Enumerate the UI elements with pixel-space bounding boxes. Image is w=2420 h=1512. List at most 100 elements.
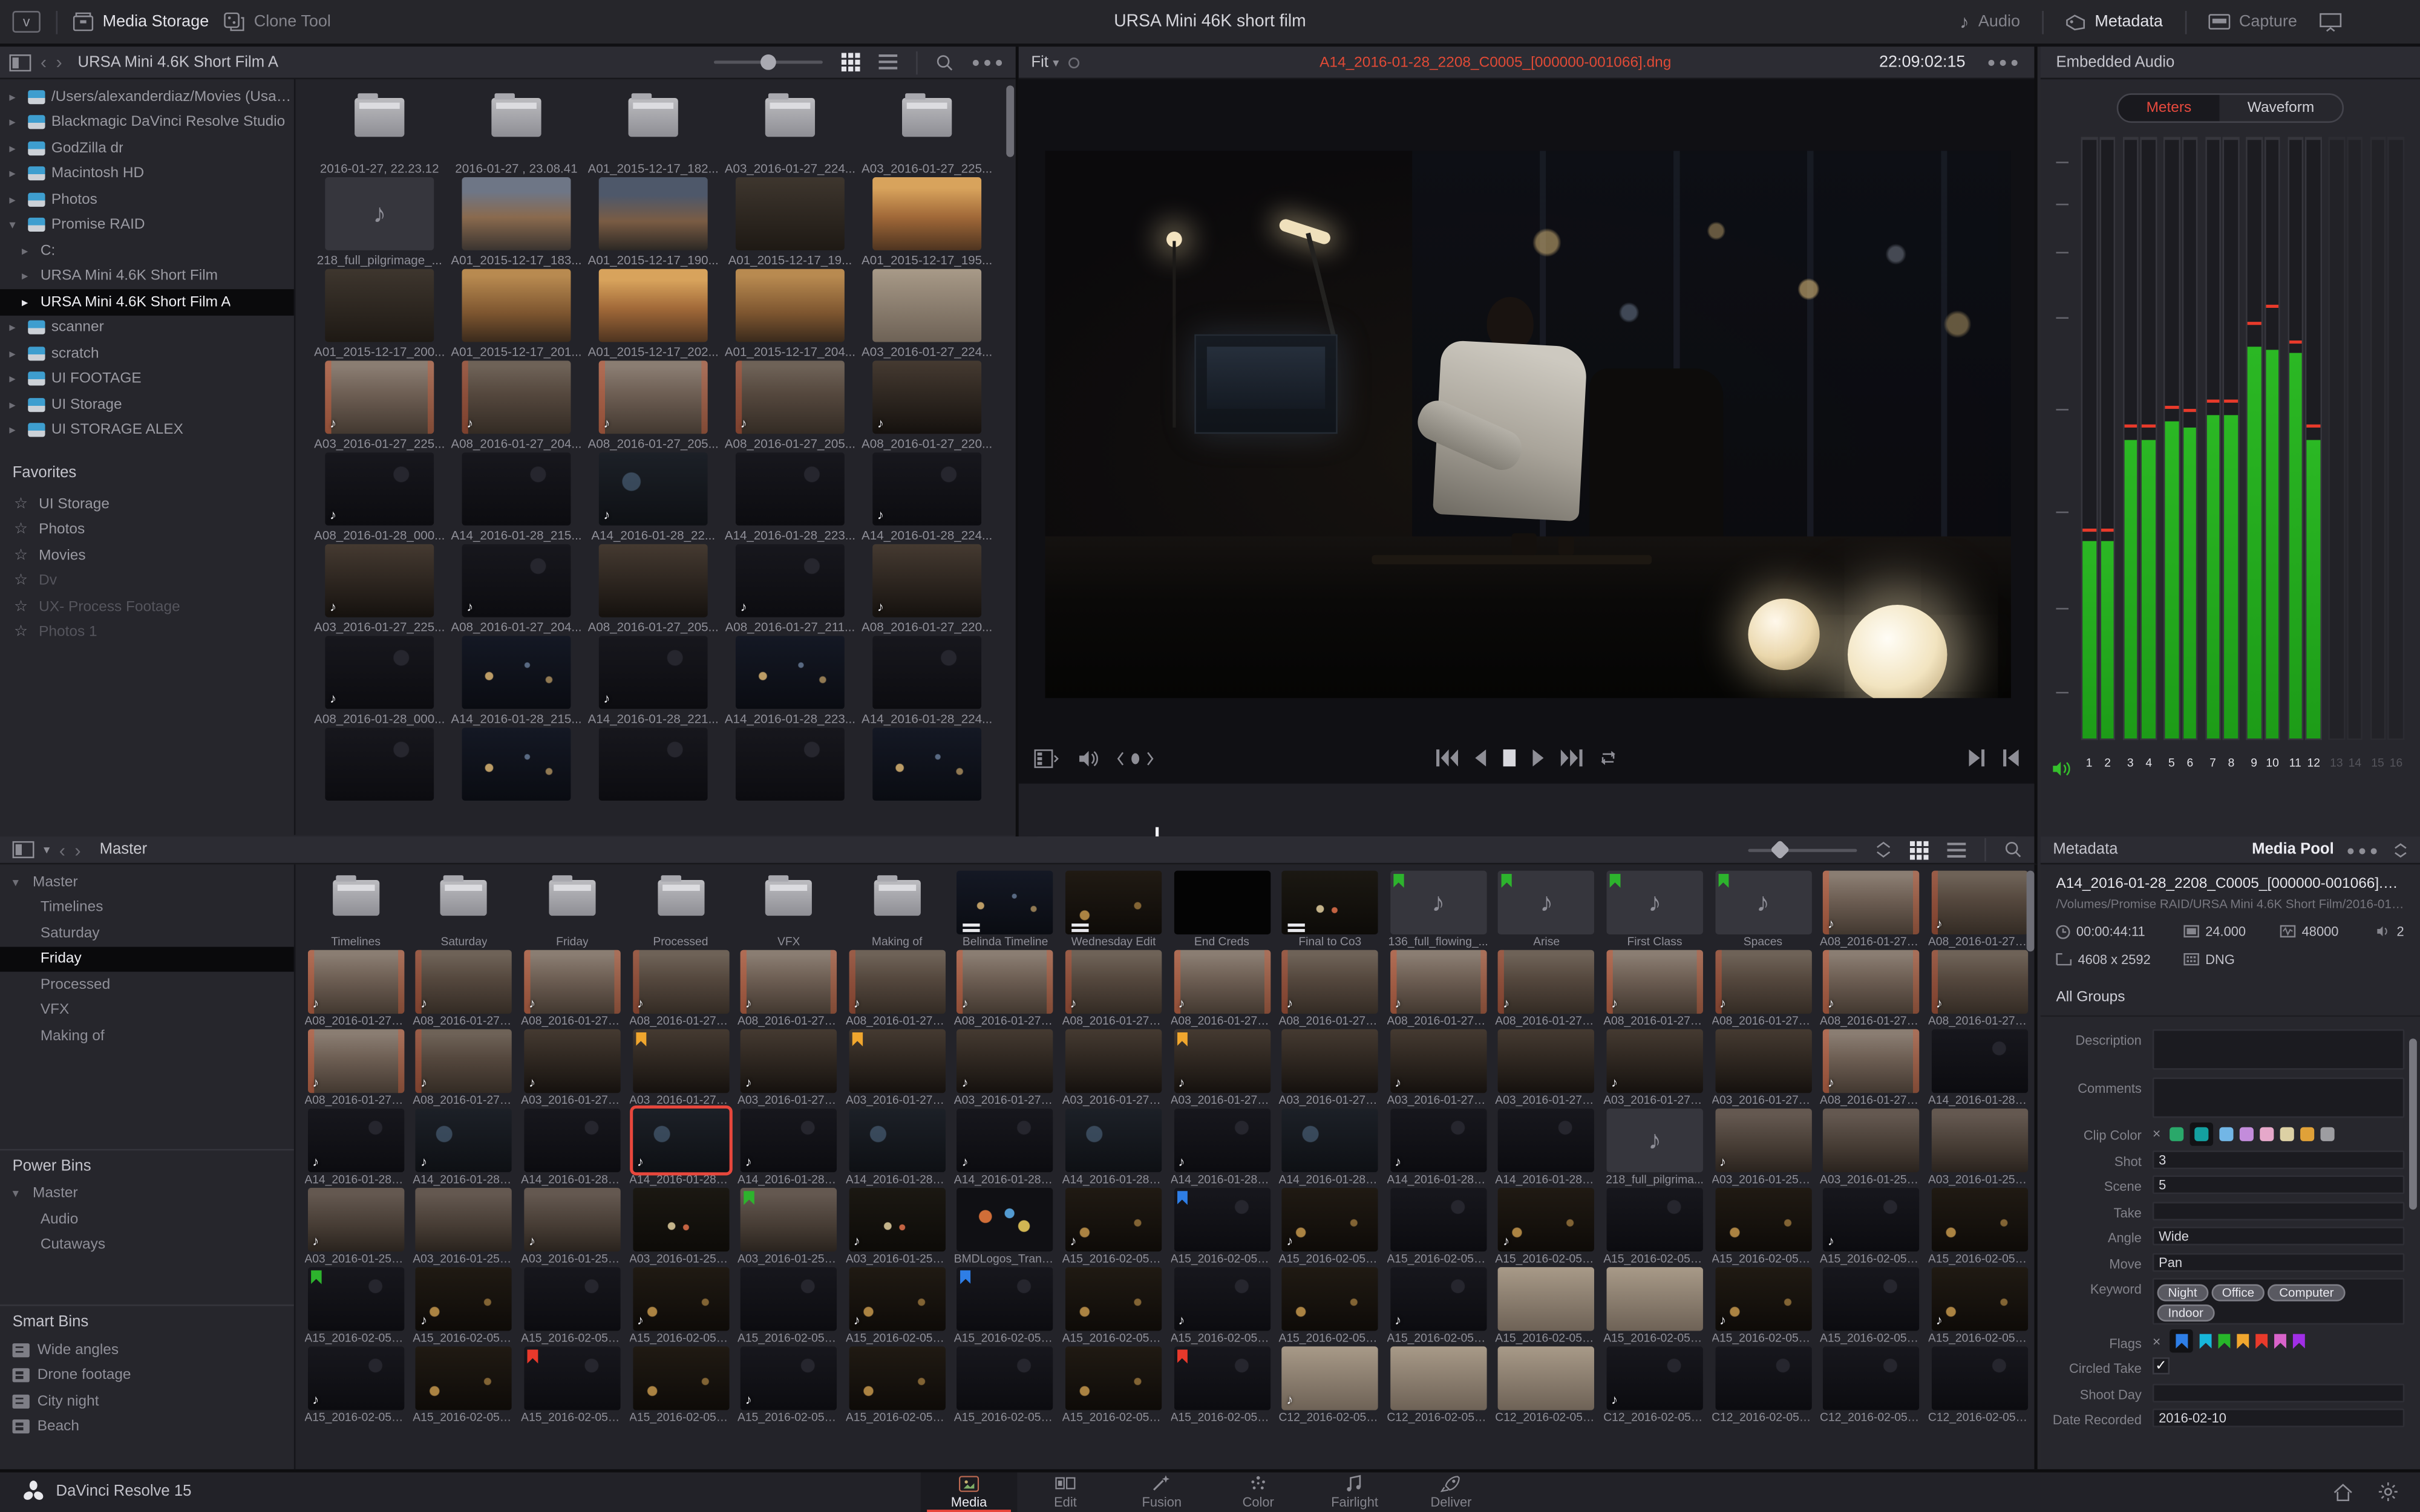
play-icon[interactable]: [1532, 749, 1545, 767]
clip-thumbnail[interactable]: ♪: [416, 1029, 512, 1093]
clip-thumbnail[interactable]: ♪: [632, 950, 729, 1014]
page-tab-edit[interactable]: Edit: [1017, 1472, 1113, 1512]
project-manager-icon[interactable]: [2333, 1483, 2353, 1502]
play-to-out-icon[interactable]: [1969, 749, 1985, 767]
clip-item[interactable]: ♪ A03_2016-01-25_...: [1709, 1108, 1817, 1188]
clip-item[interactable]: ♪ A03_2016-01-27_...: [1601, 1029, 1709, 1109]
clip-thumbnail[interactable]: ♪: [524, 1188, 621, 1252]
page-tab-fusion[interactable]: Fusion: [1114, 1472, 1210, 1512]
clip-item[interactable]: A15_2016-02-05_...: [1384, 1188, 1493, 1267]
clip-color-swatch[interactable]: [2321, 1126, 2335, 1141]
clip-color-swatch[interactable]: [2280, 1126, 2295, 1141]
clip-item[interactable]: A15_2016-02-05_...: [1925, 1188, 2033, 1267]
clip-item[interactable]: A01_2015-12-17_202...: [585, 269, 722, 361]
video-preview[interactable]: [1018, 79, 2035, 848]
clip-item[interactable]: A03_2016-01-25_...: [626, 1188, 734, 1267]
clip-thumbnail[interactable]: [462, 636, 571, 709]
clip-thumbnail[interactable]: [598, 269, 708, 342]
clip-thumbnail[interactable]: ♪: [416, 950, 512, 1014]
clip-item[interactable]: ♪ A08_2016-01-27_...: [518, 950, 627, 1029]
clip-thumbnail[interactable]: ♪: [307, 1188, 404, 1252]
clip-item[interactable]: A15_2016-02-05_...: [1059, 1267, 1168, 1346]
clip-item[interactable]: C12_2016-02-05_...: [1817, 1346, 1925, 1426]
favorite-item[interactable]: ☆ UI Storage: [0, 491, 294, 516]
clip-thumbnail[interactable]: ♪: [325, 360, 434, 434]
clip-thumbnail[interactable]: ♪: [1281, 950, 1379, 1014]
clip-item[interactable]: ♪ A14_2016-01-28_...: [302, 1108, 410, 1188]
clip-thumbnail[interactable]: [1823, 1267, 1920, 1331]
pool-thumbnail-size-slider[interactable]: [1748, 839, 1857, 860]
play-from-in-icon[interactable]: [2003, 749, 2019, 767]
clip-thumbnail[interactable]: [462, 85, 571, 158]
clip-item[interactable]: C12_2016-02-05_...: [1493, 1346, 1601, 1426]
clip-thumbnail[interactable]: [957, 870, 1054, 934]
pool-grid-view-icon[interactable]: [1909, 840, 1929, 859]
clip-item[interactable]: C12_2016-02-05_...: [1925, 1346, 2033, 1426]
clip-thumbnail[interactable]: ♪: [1823, 870, 1920, 934]
clip-item[interactable]: A01_2015-12-17_204...: [722, 269, 858, 361]
clip-thumbnail[interactable]: ♪: [598, 452, 708, 526]
clip-thumbnail[interactable]: [524, 871, 620, 934]
clip-thumbnail[interactable]: [1065, 870, 1162, 934]
clip-thumbnail[interactable]: [872, 728, 982, 801]
clip-thumbnail[interactable]: ♪: [1281, 1188, 1379, 1252]
chevron-right-icon[interactable]: ▸: [9, 116, 22, 129]
viewer-zoom-select[interactable]: Fit ▾: [1031, 54, 1059, 71]
clip-item[interactable]: [448, 728, 584, 820]
back-arrow[interactable]: ‹: [41, 53, 47, 71]
clip-thumbnail[interactable]: ♪: [1606, 1108, 1703, 1173]
chevron-right-icon[interactable]: ▸: [9, 167, 22, 181]
clip-item[interactable]: A01_2015-12-17_190...: [585, 177, 722, 269]
clip-thumbnail[interactable]: [735, 452, 845, 526]
clip-item[interactable]: ♪ A08_2016-01-27_211...: [722, 544, 858, 636]
clip-item[interactable]: A01_2015-12-17_201...: [448, 269, 584, 361]
flag-swatch[interactable]: [2237, 1333, 2249, 1349]
clip-thumbnail[interactable]: [1281, 1108, 1379, 1173]
folder-item[interactable]: A03_2016-01-27_225...: [858, 85, 995, 177]
clip-item[interactable]: ♪ A03_2016-01-27_...: [518, 1029, 627, 1109]
bin-item[interactable]: Making of: [0, 1023, 294, 1049]
clip-item[interactable]: ♪ A15_2016-02-05_...: [1276, 1188, 1384, 1267]
audio-panel-button[interactable]: ♪ Audio: [1960, 11, 2020, 33]
clip-item[interactable]: A08_2016-01-27_205...: [585, 544, 722, 636]
field-input[interactable]: Pan: [2152, 1252, 2405, 1271]
storage-tree-item[interactable]: ▸ Blackmagic DaVinci Resolve Studio: [0, 109, 294, 135]
clip-thumbnail[interactable]: ♪: [1390, 1267, 1486, 1331]
clip-item[interactable]: A15_2016-02-05_...: [626, 1346, 734, 1426]
clip-item[interactable]: A14_2016-01-28_...: [518, 1108, 627, 1188]
clip-item[interactable]: ♪ A08_2016-01-27_...: [302, 1029, 410, 1109]
folder-item[interactable]: VFX: [734, 871, 843, 950]
clip-item[interactable]: ♪ A03_2016-01-25_...: [843, 1188, 951, 1267]
clip-thumbnail[interactable]: [1281, 1029, 1379, 1093]
grade-bypass-icon[interactable]: [1068, 56, 1079, 68]
clip-item[interactable]: ♪ A08_2016-01-27_...: [626, 950, 734, 1029]
clip-item[interactable]: A15_2016-02-05_...: [734, 1267, 843, 1346]
storage-tree-item[interactable]: ▸ UI STORAGE ALEX: [0, 417, 294, 443]
clip-item[interactable]: ♪ A08_2016-01-27_...: [843, 950, 951, 1029]
field-input[interactable]: [2152, 1383, 2405, 1402]
clip-item[interactable]: A15_2016-02-05_...: [518, 1346, 627, 1426]
clip-item[interactable]: ♪ A15_2016-02-05_...: [1168, 1267, 1276, 1346]
clip-thumbnail[interactable]: [957, 1346, 1054, 1410]
bin-item[interactable]: Friday: [0, 946, 294, 972]
clip-item[interactable]: A03_2016-01-27_...: [1276, 1029, 1384, 1109]
clip-item[interactable]: ♪ A14_2016-01-28_...: [1384, 1108, 1493, 1188]
chevron-down-icon[interactable]: ▾: [9, 218, 22, 232]
clip-thumbnail[interactable]: ♪: [1931, 870, 2028, 934]
clip-thumbnail[interactable]: [524, 1108, 621, 1173]
clip-thumbnail[interactable]: ♪: [1606, 870, 1703, 934]
clip-item[interactable]: ♪ A08_2016-01-27_...: [1168, 950, 1276, 1029]
clip-item[interactable]: ♪ A14_2016-01-28_...: [410, 1108, 518, 1188]
clip-item[interactable]: A15_2016-02-05_...: [1493, 1267, 1601, 1346]
step-back-icon[interactable]: [1473, 749, 1486, 767]
clip-item[interactable]: A15_2016-02-05_...: [1276, 1267, 1384, 1346]
clip-item[interactable]: ♪ A08_2016-01-27_...: [1493, 950, 1601, 1029]
clip-item[interactable]: ♪ A08_2016-01-27_...: [1601, 950, 1709, 1029]
clip-color-swatch[interactable]: [2260, 1126, 2275, 1141]
clip-thumbnail[interactable]: [872, 85, 981, 158]
clip-thumbnail[interactable]: ♪: [872, 360, 982, 434]
clip-item[interactable]: ♪ A08_2016-01-27_...: [1925, 870, 2033, 950]
clip-item[interactable]: A15_2016-02-05_...: [951, 1346, 1059, 1426]
clip-item[interactable]: ♪ A08_2016-01-27_...: [410, 1029, 518, 1109]
audio-mute-icon[interactable]: [1078, 749, 1098, 767]
